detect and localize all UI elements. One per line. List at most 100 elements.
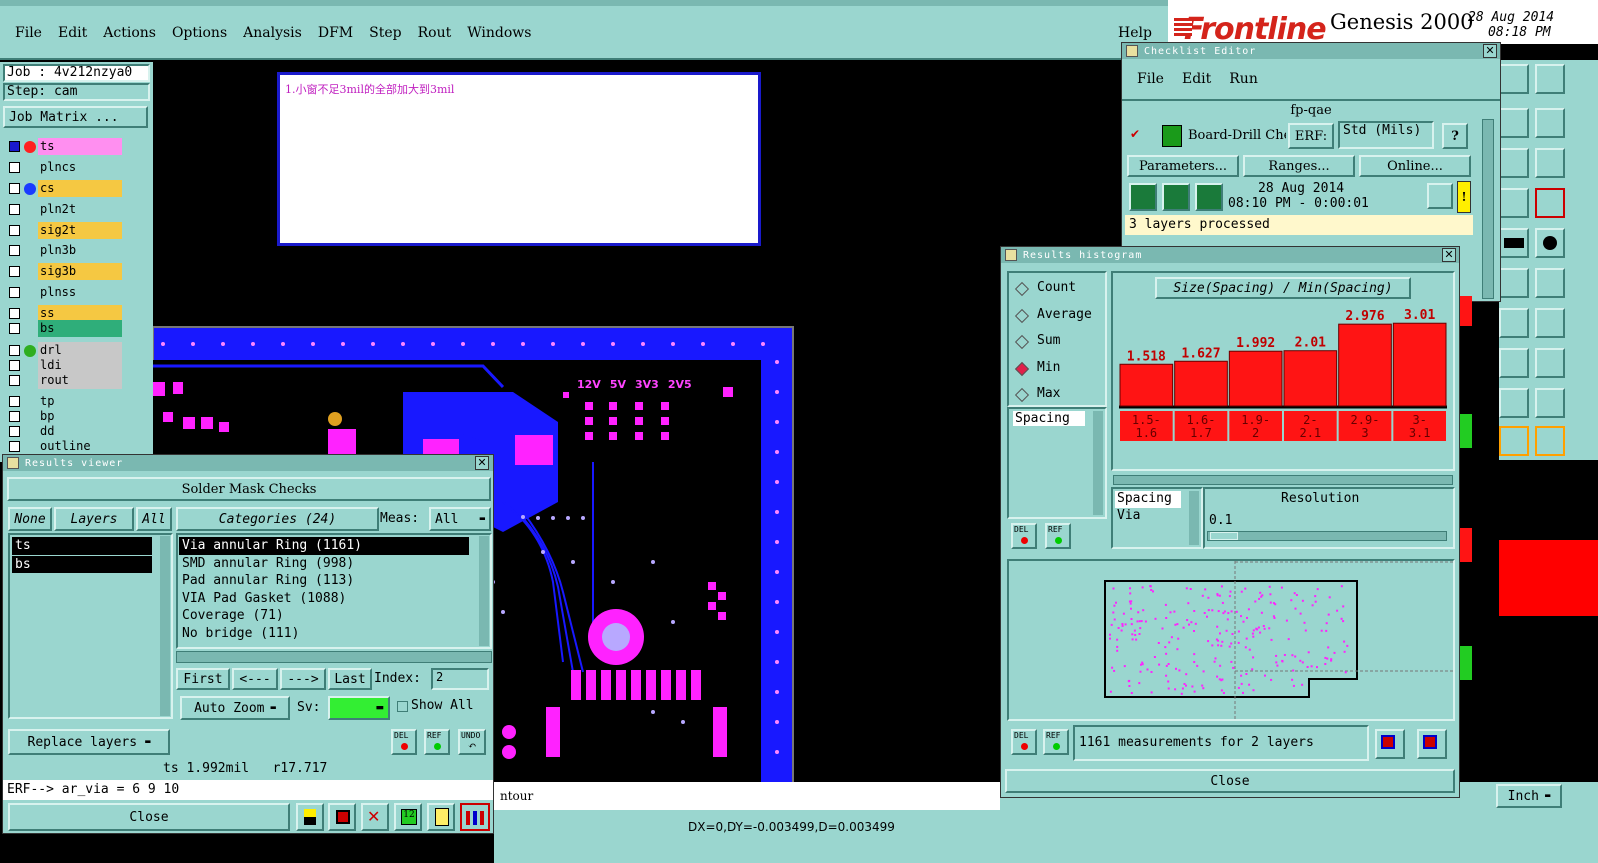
category-item[interactable]: Pad annular Ring (113) (179, 572, 469, 590)
layer-row-outline[interactable]: outline (6, 438, 122, 455)
meas-dropdown[interactable]: All ▬ (429, 507, 491, 531)
stat-list-right-item[interactable]: Via (1115, 508, 1181, 525)
replace-layers-dropdown[interactable]: Replace layers ▬ (8, 729, 170, 755)
radio-icon[interactable] (1014, 334, 1030, 350)
results-icon-2[interactable] (328, 803, 356, 831)
layer-checkbox[interactable] (9, 411, 20, 422)
layer-checkbox[interactable] (9, 396, 20, 407)
run-action-icon-1[interactable] (1129, 183, 1157, 211)
histogram-bar[interactable] (1283, 350, 1338, 407)
menu-item-options[interactable]: Options (172, 25, 227, 41)
histogram-bar[interactable] (1392, 322, 1447, 407)
results-icon-3[interactable]: ✕ (361, 803, 389, 831)
menu-item-actions[interactable]: Actions (103, 25, 156, 41)
tool-rotate-icon[interactable] (1499, 308, 1529, 338)
menu-item-dfm[interactable]: DFM (318, 25, 353, 41)
results-icon-5[interactable] (427, 803, 455, 831)
resolution-slider-thumb[interactable] (1210, 532, 1238, 540)
layer-checkbox[interactable] (9, 308, 20, 319)
category-item[interactable]: Coverage (71) (179, 607, 469, 625)
option-sum[interactable]: Sum (1014, 332, 1103, 352)
online-button[interactable]: Online... (1359, 155, 1471, 177)
layer-checkbox[interactable] (9, 360, 20, 371)
layer-checkbox[interactable] (9, 287, 20, 298)
warning-icon[interactable]: ! (1457, 181, 1471, 213)
stat-list-right-item[interactable]: Spacing (1115, 491, 1181, 508)
layer-row-plncs[interactable]: plncs (6, 159, 122, 176)
layer-row-pln2t[interactable]: pln2t (6, 201, 122, 218)
layer-checkbox[interactable] (9, 204, 20, 215)
stat-list-left[interactable]: Spacing (1007, 407, 1107, 519)
radio-icon[interactable] (1014, 281, 1030, 297)
layer-checkbox[interactable] (9, 441, 20, 452)
histogram-bar[interactable] (1174, 360, 1228, 407)
checklist-menu-run[interactable]: Run (1229, 71, 1258, 87)
erf-value[interactable]: Std (Mils) (1338, 121, 1434, 149)
index-input[interactable]: 2 (431, 668, 489, 690)
category-hscroll[interactable] (176, 651, 492, 663)
checklist-menu-edit[interactable]: Edit (1182, 71, 1211, 87)
categories-button[interactable]: Categories (24) (176, 507, 379, 531)
category-item[interactable]: No bridge (111) (179, 625, 469, 643)
tool-shapes-icon[interactable] (1535, 348, 1565, 378)
checklist-menu-file[interactable]: File (1137, 71, 1164, 87)
stat-list-right-scrollbar[interactable] (1189, 491, 1199, 545)
checklist-close-icon[interactable]: ✕ (1483, 44, 1497, 58)
histogram-close-button[interactable]: Close (1005, 769, 1455, 793)
tool-line-icon[interactable] (1499, 268, 1529, 298)
del-button[interactable]: DEL (391, 729, 417, 755)
tool-select-icon[interactable] (1499, 426, 1529, 456)
option-count[interactable]: Count (1014, 279, 1103, 299)
ranges-button[interactable]: Ranges... (1243, 155, 1355, 177)
stat-list-left-scrollbar[interactable] (1093, 411, 1103, 515)
layer-checkbox[interactable] (9, 183, 20, 194)
layer-row-ts[interactable]: ts (6, 138, 122, 155)
results-icon-4[interactable]: 12 (394, 803, 422, 831)
tool-measure-icon[interactable] (1499, 388, 1529, 418)
summary-ref-button[interactable]: REF (1043, 729, 1069, 755)
help-button[interactable]: ? (1442, 123, 1468, 149)
window-menu-icon[interactable] (1005, 249, 1017, 261)
tool-traffic-icon[interactable] (1499, 188, 1529, 218)
auto-zoom-dropdown[interactable]: Auto Zoom ▬ (180, 696, 290, 720)
menu-item-analysis[interactable]: Analysis (243, 25, 302, 41)
layer-row-pln3b[interactable]: pln3b (6, 242, 122, 259)
zoom-in-icon[interactable] (1417, 729, 1447, 759)
option-average[interactable]: Average (1014, 306, 1103, 326)
stat-list-left-item[interactable]: Spacing (1013, 411, 1085, 426)
layer-checkbox[interactable] (9, 375, 20, 386)
tool-s-icon[interactable] (1535, 108, 1565, 138)
run-action-icon-2[interactable] (1162, 183, 1190, 211)
board-preview[interactable] (1007, 559, 1455, 721)
tool-layers-icon[interactable] (1535, 188, 1565, 218)
job-matrix-button[interactable]: Job Matrix ... (3, 106, 148, 128)
tool-move-icon[interactable] (1499, 348, 1529, 378)
layer-row-bs[interactable]: bs (6, 320, 122, 337)
category-scrollbar[interactable] (479, 536, 489, 646)
close-button[interactable]: Close (8, 803, 290, 831)
option-min[interactable]: Min (1014, 359, 1103, 379)
ref-button[interactable]: REF (424, 729, 450, 755)
checklist-scrollbar[interactable] (1482, 119, 1494, 299)
radio-icon[interactable] (1014, 308, 1030, 323)
hist-ref-button[interactable]: REF (1045, 523, 1071, 549)
layer-result-list[interactable]: ts bs (8, 533, 173, 719)
none-button[interactable]: None (8, 507, 52, 531)
window-menu-icon[interactable] (7, 457, 19, 469)
tool-black-bar-icon[interactable] (1499, 228, 1529, 258)
run-action-icon-3[interactable] (1195, 183, 1223, 211)
tool-route-icon[interactable] (1535, 426, 1565, 456)
stat-list-right[interactable]: Spacing Via (1111, 487, 1203, 549)
help-menu[interactable]: Help (1118, 25, 1152, 41)
resolution-slider[interactable] (1207, 531, 1447, 541)
all-button[interactable]: All (136, 507, 172, 531)
layer-row-rout[interactable]: rout (6, 372, 122, 389)
check-mark-icon[interactable]: ✔ (1130, 127, 1140, 141)
tool-mirror-icon[interactable] (1535, 308, 1565, 338)
parameters-button[interactable]: Parameters... (1127, 155, 1239, 177)
layer-result-item[interactable]: ts (12, 537, 152, 555)
layer-row-sig3b[interactable]: sig3b (6, 263, 122, 280)
prev-button[interactable]: <--- (232, 668, 278, 690)
layer-checkbox[interactable] (9, 345, 20, 356)
zoom-out-icon[interactable] (1375, 729, 1405, 759)
